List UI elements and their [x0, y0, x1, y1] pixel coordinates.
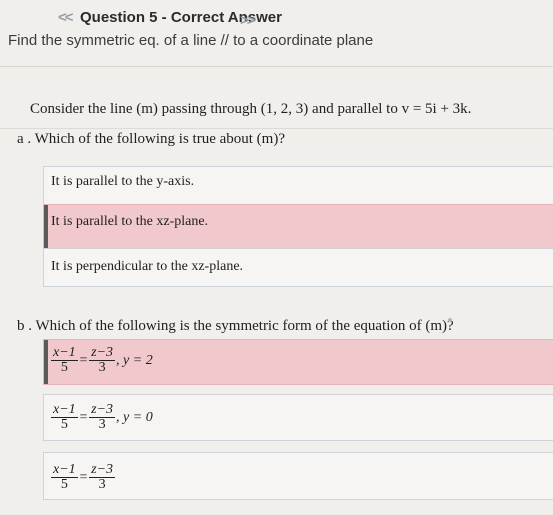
divider [0, 128, 553, 129]
option-label: It is parallel to the y-axis. [51, 174, 195, 189]
decorative-dot [448, 318, 452, 322]
equation: x−1 5 = z−3 3, y = 0 [51, 402, 153, 432]
option-label: It is parallel to the xz-plane. [51, 214, 209, 229]
part-b-option-3[interactable]: x−1 5 = z−3 3 [43, 452, 553, 500]
divider [0, 66, 553, 67]
option-label: It is perpendicular to the xz-plane. [51, 259, 244, 274]
problem-prompt: Consider the line (m) passing through (1… [30, 101, 472, 117]
part-a-question: a . Which of the following is true about… [17, 131, 285, 147]
correct-marker [44, 205, 48, 249]
question-header: << Question 5 - Correct Answer >> Find t… [0, 0, 553, 49]
part-a-option-3[interactable]: It is perpendicular to the xz-plane. [43, 248, 553, 287]
part-b-option-1[interactable]: x−1 5 = z−3 3, y = 2 [43, 339, 553, 385]
equation: x−1 5 = z−3 3, y = 2 [51, 345, 153, 375]
correct-marker [44, 340, 48, 384]
part-a-option-1[interactable]: It is parallel to the y-axis. [43, 166, 553, 205]
prev-question-button[interactable]: << [58, 9, 73, 26]
question-subtitle: Find the symmetric eq. of a line // to a… [8, 32, 374, 49]
part-a-option-2[interactable]: It is parallel to the xz-plane. [43, 204, 553, 250]
next-question-button[interactable]: >> [240, 12, 255, 29]
equation: x−1 5 = z−3 3 [51, 462, 116, 492]
part-b-question: b . Which of the following is the symmet… [17, 318, 454, 334]
part-b-option-2[interactable]: x−1 5 = z−3 3, y = 0 [43, 394, 553, 441]
